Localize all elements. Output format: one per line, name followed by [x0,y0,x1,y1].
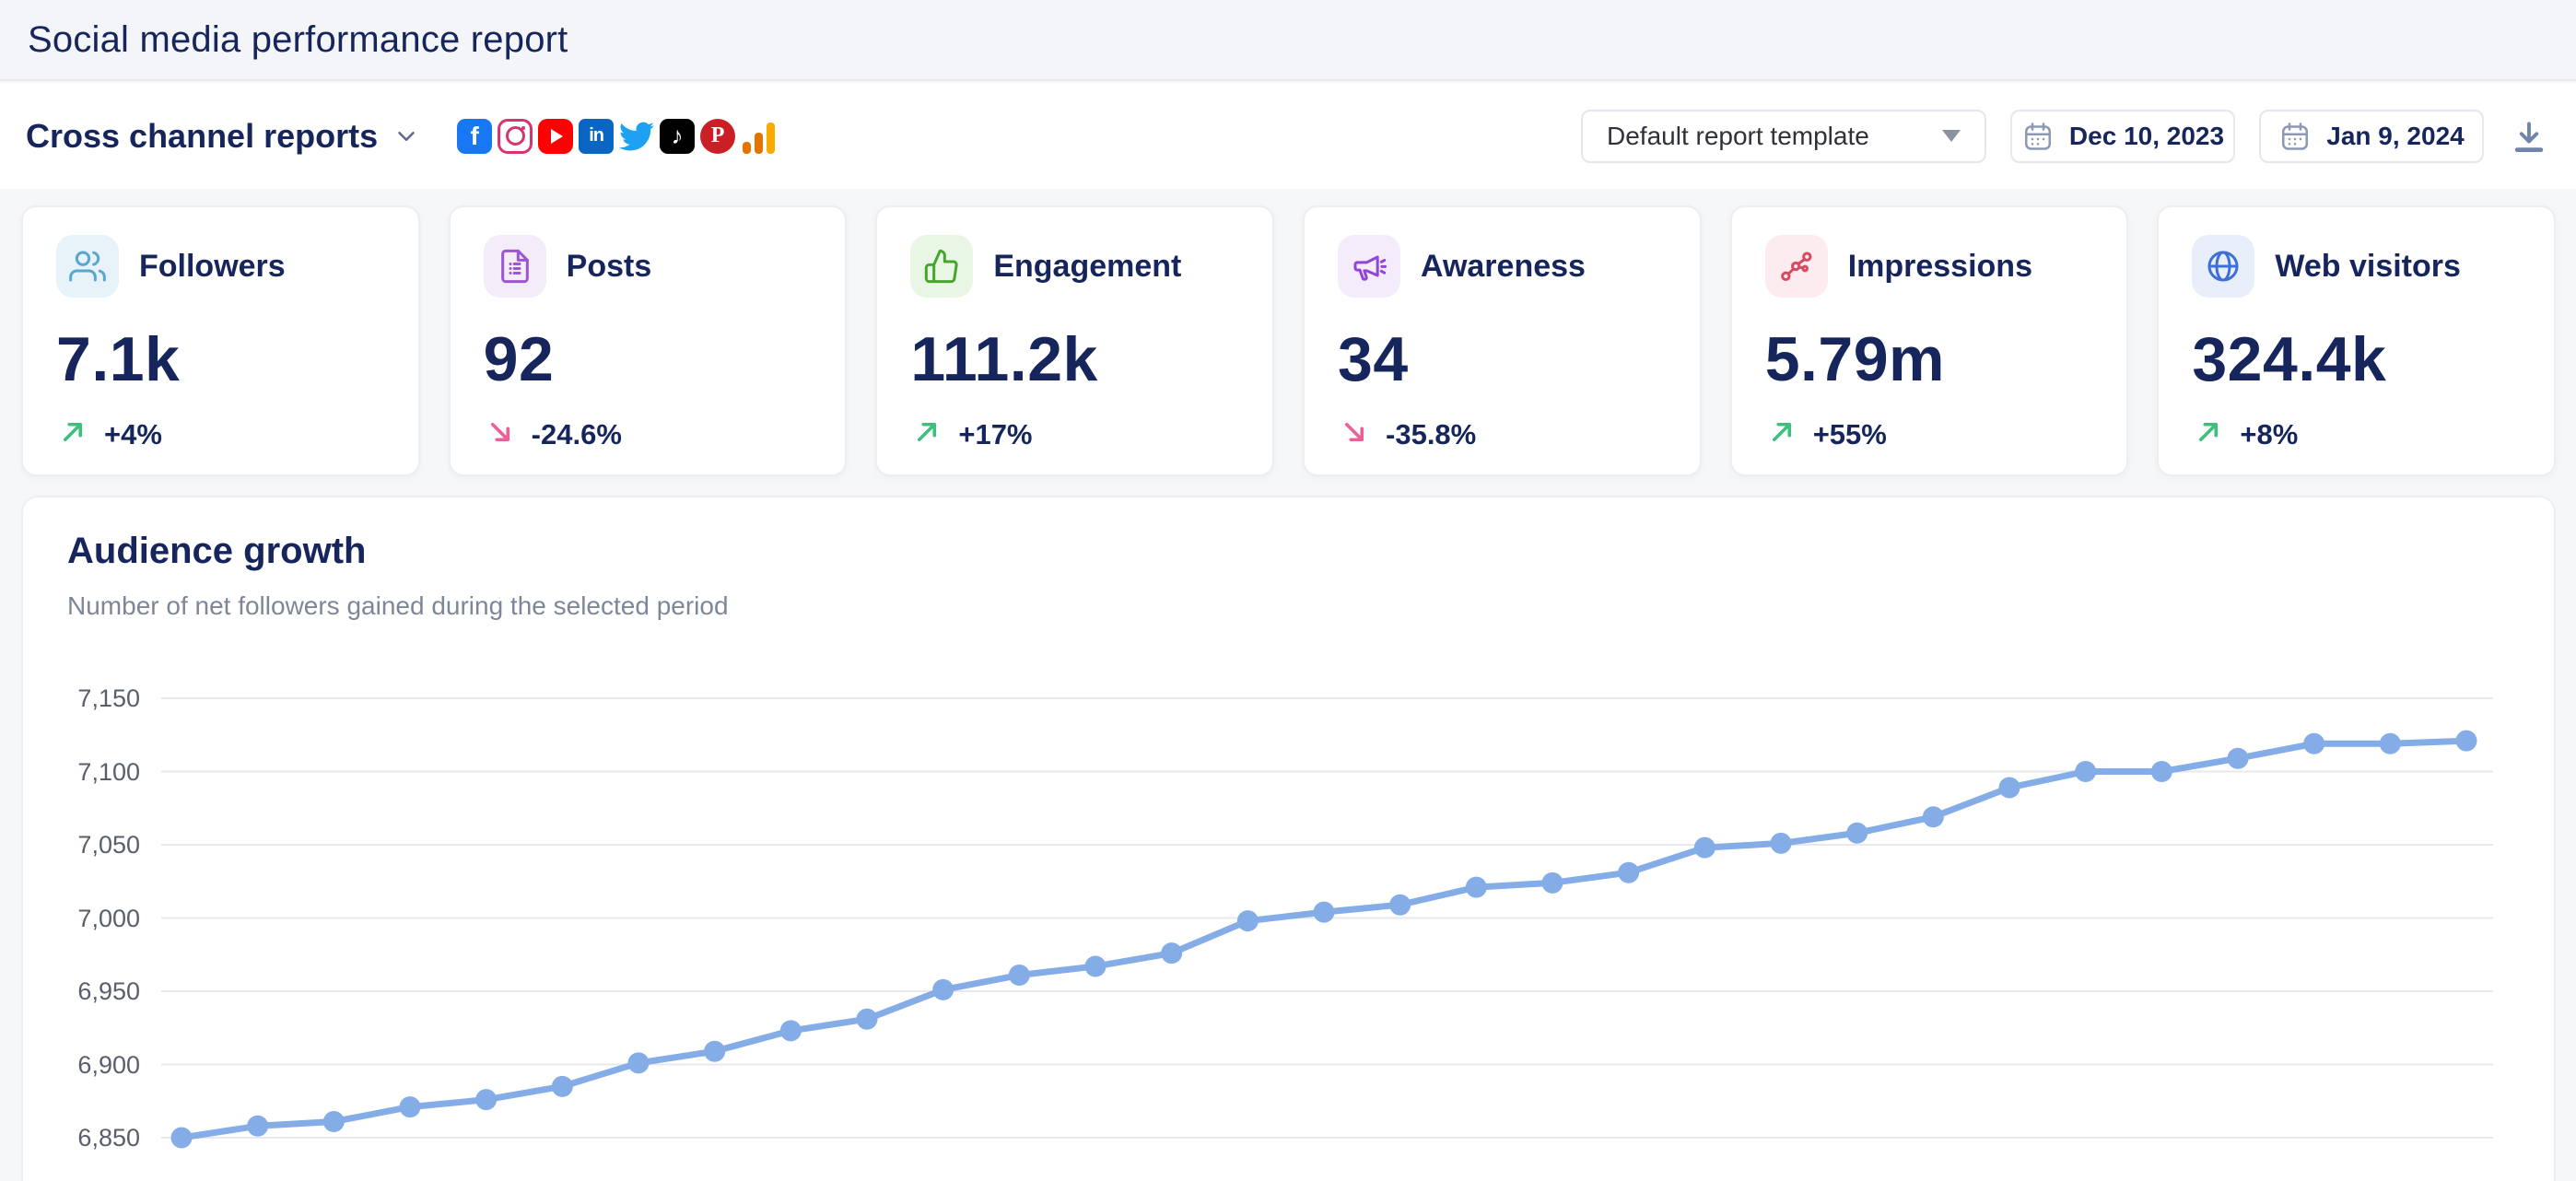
report-section-switcher[interactable]: Cross channel reports [26,117,420,156]
kpi-label: Engagement [993,249,1181,285]
trend-up-icon [910,415,943,453]
dashboard-page: Social media performance report Cross ch… [0,0,2576,1181]
kpi-delta: +17% [958,418,1032,451]
trend-down-icon [1338,415,1371,453]
kpi-delta: +4% [104,418,162,451]
report-template-select[interactable]: Default report template [1581,110,1986,163]
connected-channel-icons: f in ♪ P [457,119,776,154]
kpi-value: 324.4k [2192,323,2521,395]
calendar-icon [2278,120,2312,153]
end-date-input[interactable]: Jan 9, 2024 [2259,110,2484,163]
kpi-card-followers: Followers 7.1k +4% [21,205,420,476]
chevron-down-icon [392,123,420,150]
chart-subtitle: Number of net followers gained during th… [67,591,729,621]
megaphone-icon [1338,235,1400,298]
kpi-delta: +55% [1813,418,1887,451]
trend-down-icon [484,415,517,453]
kpi-label: Followers [139,249,286,285]
kpi-value: 5.79m [1765,323,2094,395]
download-icon [2509,116,2549,157]
kpi-delta: -24.6% [532,418,622,451]
caret-down-icon [1942,130,1961,142]
youtube-icon [538,119,573,154]
y-tick-label: 7,100 [48,757,140,787]
report-template-value: Default report template [1607,122,1869,151]
audience-growth-card: Audience growth Number of net followers … [21,496,2556,1181]
linkedin-icon: in [579,119,614,154]
kpi-row: Followers 7.1k +4% Posts 92 -24.6% [21,205,2556,476]
page-title: Social media performance report [28,19,568,61]
kpi-label: Web visitors [2275,249,2461,285]
pinterest-icon: P [700,119,735,154]
toolbar-controls: Default report template Dec 10, 2023 [1581,110,2550,163]
kpi-value: 92 [484,323,813,395]
calendar-icon [2021,120,2055,153]
kpi-card-engagement: Engagement 111.2k +17% [875,205,1274,476]
kpi-value: 111.2k [910,323,1239,395]
kpi-delta: +8% [2240,418,2298,451]
y-tick-label: 7,000 [48,904,140,933]
users-icon [56,235,119,298]
report-section-title: Cross channel reports [26,117,378,156]
instagram-icon [498,119,533,154]
post-document-icon [484,235,546,298]
kpi-card-web-visitors: Web visitors 324.4k +8% [2157,205,2556,476]
y-tick-label: 6,850 [48,1123,140,1152]
chart-title: Audience growth [67,531,366,572]
trend-up-icon [56,415,89,453]
download-report-button[interactable] [2508,115,2550,158]
tiktok-icon: ♪ [660,119,695,154]
y-tick-label: 7,150 [48,684,140,713]
facebook-icon: f [457,119,492,154]
toolbar: Cross channel reports f in ♪ P Default r… [0,83,2576,189]
y-tick-label: 7,050 [48,830,140,859]
y-tick-label: 6,900 [48,1050,140,1080]
y-tick-label: 6,950 [48,976,140,1006]
start-date-input[interactable]: Dec 10, 2023 [2010,110,2235,163]
kpi-card-posts: Posts 92 -24.6% [449,205,848,476]
trend-up-icon [1765,415,1798,453]
google-analytics-icon [741,119,776,154]
kpi-card-awareness: Awareness 34 -35.8% [1303,205,1702,476]
kpi-label: Impressions [1848,249,2032,285]
kpi-delta: -35.8% [1386,418,1476,451]
network-nodes-icon [1765,235,1828,298]
thumbs-up-icon [910,235,973,298]
kpi-value: 7.1k [56,323,385,395]
trend-up-icon [2192,415,2225,453]
end-date-value: Jan 9, 2024 [2326,122,2464,151]
kpi-card-impressions: Impressions 5.79m +55% [1730,205,2129,476]
start-date-value: Dec 10, 2023 [2069,122,2224,151]
app-header: Social media performance report [0,0,2576,81]
kpi-label: Posts [567,249,652,285]
kpi-label: Awareness [1421,249,1586,285]
twitter-icon [619,119,654,154]
kpi-value: 34 [1338,323,1667,395]
globe-icon [2192,235,2254,298]
